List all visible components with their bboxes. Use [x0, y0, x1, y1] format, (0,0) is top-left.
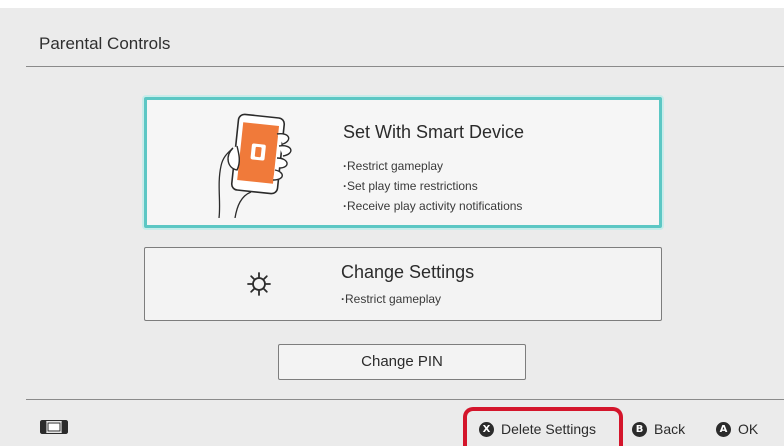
bullet-play-time: Set play time restrictions	[343, 176, 522, 196]
page-title: Parental Controls	[39, 34, 171, 53]
footer-bar: X Delete Settings B Back A OK	[26, 399, 784, 446]
parental-controls-screen: Parental Controls Set With Smart Device …	[0, 0, 784, 446]
change-settings-bullet: Restrict gameplay	[341, 292, 441, 306]
x-button-icon: X	[479, 421, 494, 437]
smart-device-bullets: Restrict gameplay Set play time restrict…	[343, 156, 522, 216]
bullet-notifications: Receive play activity notifications	[343, 196, 522, 216]
change-settings-button[interactable]: Change Settings Restrict gameplay	[144, 247, 662, 321]
top-strip	[0, 0, 784, 8]
delete-settings-label: Delete Settings	[501, 421, 596, 437]
ok-action[interactable]: A OK	[716, 420, 758, 438]
console-icon	[40, 420, 68, 434]
delete-settings-action[interactable]: X Delete Settings	[479, 420, 596, 438]
change-settings-title: Change Settings	[341, 262, 475, 282]
back-action[interactable]: B Back	[632, 420, 685, 438]
a-button-icon: A	[716, 421, 731, 437]
b-button-icon: B	[632, 421, 647, 437]
gear-icon	[247, 272, 271, 296]
set-with-smart-device-button[interactable]: Set With Smart Device Restrict gameplay …	[144, 97, 662, 228]
change-pin-button[interactable]: Change PIN	[278, 344, 526, 380]
ok-label: OK	[738, 421, 759, 437]
phone-in-hand-icon	[218, 113, 292, 218]
bullet-restrict-gameplay: Restrict gameplay	[343, 156, 522, 176]
header: Parental Controls	[26, 14, 784, 67]
back-label: Back	[654, 421, 686, 437]
smart-device-title: Set With Smart Device	[343, 122, 525, 142]
